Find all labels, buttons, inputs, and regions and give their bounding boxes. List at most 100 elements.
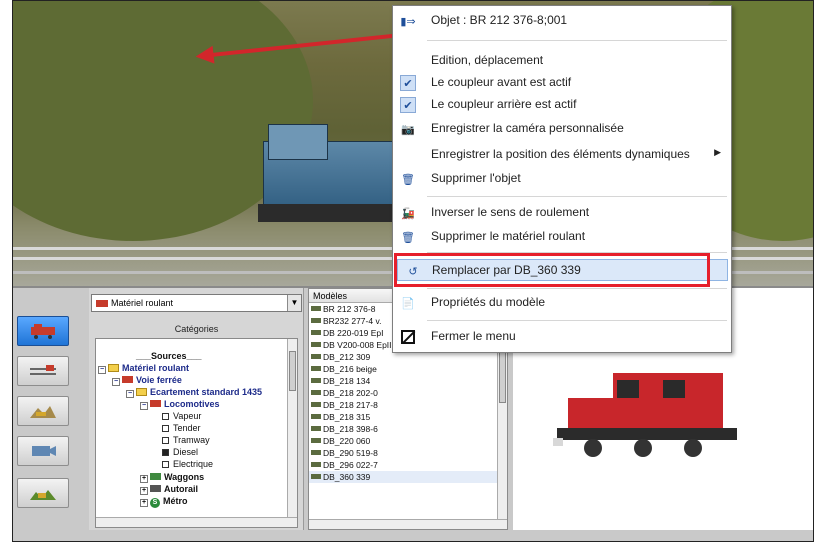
menu-item-front-coupler[interactable]: ✔ Le coupleur avant est actif	[393, 72, 731, 94]
locomotive-chassis	[258, 204, 410, 222]
models-horizontal-scrollbar[interactable]	[309, 519, 507, 529]
model-icon	[311, 342, 321, 347]
collapse-icon[interactable]: −	[140, 402, 148, 410]
tree-item-electrique[interactable]: Electrique	[162, 459, 213, 469]
scenery-button[interactable]	[17, 478, 69, 508]
landscape-button[interactable]	[17, 396, 69, 426]
railcar-icon	[150, 485, 161, 492]
folder-icon	[136, 388, 147, 396]
app-window: Matériel roulant ▼ Catégories ___Sources…	[12, 0, 814, 542]
landscape-icon	[30, 406, 56, 418]
object-arrow-icon: ▮⇒	[400, 15, 416, 28]
menu-item-close[interactable]: Fermer le menu	[393, 326, 731, 348]
close-menu-icon	[399, 329, 417, 345]
model-row-label: DB_218 202-0	[323, 388, 378, 398]
tree-item-ecartement[interactable]: − Ecartement standard 1435	[126, 387, 262, 398]
menu-item-properties[interactable]: 📄 Propriétés du modèle	[393, 292, 731, 314]
scroll-thumb[interactable]	[289, 351, 296, 391]
tree-item-vapeur[interactable]: Vapeur	[162, 411, 201, 421]
model-row-label: DB_218 398-6	[323, 424, 378, 434]
expand-icon[interactable]: +	[140, 487, 148, 495]
category-tree[interactable]: ___Sources___ − Matériel roulant − Voie fe…	[95, 338, 298, 528]
model-icon	[311, 474, 321, 479]
model-row-label: DB_290 519-8	[323, 448, 378, 458]
expand-icon[interactable]: +	[140, 499, 148, 507]
model-row[interactable]: DB_296 022-7	[309, 459, 507, 471]
model-row-label: DB V200-008 EpIII	[323, 340, 394, 350]
menu-item-edit-move[interactable]: Edition, déplacement	[393, 50, 731, 72]
model-icon	[311, 402, 321, 407]
categories-label: Catégories	[174, 324, 219, 334]
category-combo[interactable]: Matériel roulant ▼	[91, 294, 302, 312]
checkbox[interactable]	[162, 425, 169, 432]
model-row[interactable]: DB_218 315	[309, 411, 507, 423]
model-row[interactable]: DB_218 217-8	[309, 399, 507, 411]
tree-item-materiel-roulant[interactable]: − Matériel roulant	[98, 363, 189, 374]
menu-separator	[427, 288, 727, 289]
rail-icon	[122, 376, 133, 383]
model-row-label: DB_296 022-7	[323, 460, 378, 470]
menu-item-rear-coupler[interactable]: ✔ Le coupleur arrière est actif	[393, 94, 731, 116]
model-row[interactable]: DB_360 339	[309, 471, 507, 483]
check-icon: ✔	[400, 75, 416, 91]
model-row-label: DB_212 309	[323, 352, 371, 362]
menu-header-object: ▮⇒ Objet : BR 212 376-8;001	[400, 13, 568, 28]
collapse-icon[interactable]: −	[112, 378, 120, 386]
tree-item-diesel[interactable]: Diesel	[162, 447, 198, 457]
collapse-icon[interactable]: −	[126, 390, 134, 398]
locomotive-3d[interactable]	[258, 124, 410, 222]
expand-icon[interactable]: +	[140, 475, 148, 483]
model-row-label: DB_216 beige	[323, 364, 377, 374]
tree-horizontal-scrollbar[interactable]	[96, 517, 297, 527]
model-row[interactable]: DB_218 134	[309, 375, 507, 387]
tree-item-tender[interactable]: Tender	[162, 423, 201, 433]
model-row[interactable]: DB_290 519-8	[309, 447, 507, 459]
menu-separator	[427, 40, 727, 41]
locomotive-icon	[150, 400, 161, 407]
rolling-stock-button[interactable]	[17, 316, 69, 346]
tree-item-locomotives[interactable]: − Locomotives	[140, 399, 220, 410]
model-row-label: DB_218 315	[323, 412, 371, 422]
wagon-icon	[150, 473, 161, 480]
model-icon	[311, 330, 321, 335]
menu-item-reverse[interactable]: 🚂 Inverser le sens de roulement	[393, 202, 731, 224]
tree-item-autorail[interactable]: + Autorail	[140, 484, 198, 495]
category-buttons	[13, 288, 85, 528]
menu-item-delete-rolling-stock[interactable]: 🗑 Supprimer le matériel roulant	[393, 226, 731, 248]
checkbox[interactable]	[162, 437, 169, 444]
menu-item-replace[interactable]: ↺ Remplacer par DB_360 339	[397, 259, 728, 281]
menu-item-save-dynamic[interactable]: Enregistrer la position des éléments dyn…	[393, 144, 731, 166]
model-icon	[311, 318, 321, 323]
camera-icon: 📷	[401, 123, 415, 136]
properties-icon: 📄	[401, 297, 415, 310]
model-icon	[311, 426, 321, 431]
tree-item-tramway[interactable]: Tramway	[162, 435, 210, 445]
menu-item-delete-object[interactable]: 🗑 Supprimer l'objet	[393, 168, 731, 190]
tree-item-voie-ferree[interactable]: − Voie ferrée	[112, 375, 182, 386]
menu-item-save-camera[interactable]: 📷 Enregistrer la caméra personnalisée	[393, 118, 731, 140]
camera-icon	[32, 446, 56, 456]
scenery-icon	[30, 490, 56, 500]
model-row[interactable]: DB_218 398-6	[309, 423, 507, 435]
chevron-down-icon[interactable]: ▼	[287, 295, 301, 311]
checkbox[interactable]	[162, 413, 169, 420]
model-row-label: DB_218 134	[323, 376, 371, 386]
track-button[interactable]	[17, 356, 69, 386]
checkbox[interactable]	[162, 461, 169, 468]
folder-icon	[108, 364, 119, 372]
tree-vertical-scrollbar[interactable]	[287, 339, 297, 527]
model-row-label: DB_218 217-8	[323, 400, 378, 410]
track-icon	[30, 365, 56, 375]
model-row[interactable]: DB_218 202-0	[309, 387, 507, 399]
tree-item-waggons[interactable]: + Waggons	[140, 472, 204, 483]
tree-item-metro[interactable]: + S Métro	[140, 496, 188, 508]
model-row[interactable]: DB_220 060	[309, 435, 507, 447]
camera-button[interactable]	[17, 436, 69, 466]
tree-sources[interactable]: ___Sources___	[136, 351, 202, 361]
checkbox-checked[interactable]	[162, 449, 169, 456]
collapse-icon[interactable]: −	[98, 366, 106, 374]
menu-separator	[427, 252, 727, 253]
model-icon	[311, 378, 321, 383]
model-row-label: BR 212 376-8	[323, 304, 376, 314]
model-row[interactable]: DB_216 beige	[309, 363, 507, 375]
